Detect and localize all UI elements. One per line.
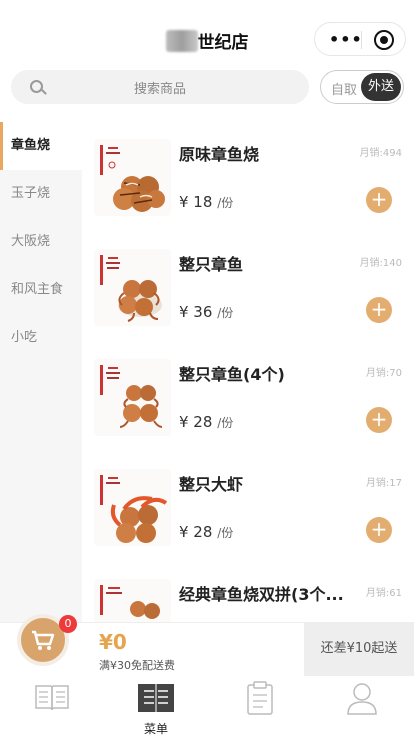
price-unit: /份: [217, 306, 234, 320]
plus-icon: +: [370, 517, 388, 541]
price-value: ¥ 28: [179, 413, 213, 431]
add-to-cart-button[interactable]: +: [366, 407, 392, 433]
product-price: ¥ 28 /份: [179, 413, 233, 431]
category-sidebar: 章鱼烧 玉子烧 大阪烧 和风主食 小吃: [0, 122, 82, 622]
search-input[interactable]: 搜索商品: [11, 70, 309, 104]
order-mode-toggle: 自取 外送: [320, 70, 404, 104]
mini-program-capsule: •••: [314, 22, 406, 56]
product-price: ¥ 18 /份: [179, 193, 233, 211]
product-image: [94, 249, 171, 326]
product-image: [94, 469, 171, 546]
tab-home[interactable]: [0, 676, 104, 736]
cart-count-badge: 0: [59, 615, 77, 633]
category-item-okonomiyaki[interactable]: 大阪烧: [0, 218, 82, 266]
product-item[interactable]: 经典章鱼烧双拼(3个... 月销:61: [94, 579, 404, 622]
tab-profile[interactable]: [310, 676, 414, 736]
search-placeholder: 搜索商品: [133, 82, 186, 97]
user-icon: [347, 683, 377, 715]
blurred-logo: [165, 30, 198, 52]
product-image: [94, 139, 171, 216]
product-monthly-sales: 月销:494: [359, 148, 402, 159]
checkout-button[interactable]: 还差¥10起送: [304, 622, 414, 676]
capsule-divider: [361, 31, 362, 49]
product-monthly-sales: 月销:70: [365, 368, 402, 379]
add-to-cart-button[interactable]: +: [366, 187, 392, 213]
more-dots-icon[interactable]: •••: [329, 30, 363, 49]
price-unit: /份: [217, 196, 234, 210]
mode-pickup-button[interactable]: 自取: [325, 79, 363, 98]
product-item[interactable]: 整只章鱼(4个) 月销:70 ¥ 28 /份 +: [94, 359, 404, 439]
price-value: ¥ 18: [179, 193, 213, 211]
product-name: 整只大虾: [179, 475, 244, 494]
price-unit: /份: [217, 416, 234, 430]
category-item-tamagoyaki[interactable]: 玉子烧: [0, 170, 82, 218]
mode-delivery-button[interactable]: 外送: [361, 73, 401, 101]
bottom-tab-bar: 菜单: [0, 676, 414, 736]
category-item-takoyaki[interactable]: 章鱼烧: [0, 122, 82, 170]
store-name: 世纪店: [197, 33, 249, 53]
product-item[interactable]: 原味章鱼烧 月销:494 ¥ 18 /份 +: [94, 139, 404, 219]
plus-icon: +: [370, 297, 388, 321]
product-item[interactable]: 整只章鱼 月销:140 ¥ 36 /份 +: [94, 249, 404, 329]
product-item[interactable]: 整只大虾 月销:17 ¥ 28 /份 +: [94, 469, 404, 549]
tab-menu-label: 菜单: [143, 722, 168, 736]
product-name: 经典章鱼烧双拼(3个...: [179, 585, 344, 604]
cart-total: ¥0: [99, 630, 127, 654]
header-bar: 世纪店 •••: [0, 0, 414, 80]
price-value: ¥ 36: [179, 303, 213, 321]
product-name: 整只章鱼: [179, 255, 244, 274]
plus-icon: +: [370, 407, 388, 431]
price-value: ¥ 28: [179, 523, 213, 541]
product-name: 整只章鱼(4个): [179, 365, 285, 384]
category-item-japanese-mains[interactable]: 和风主食: [0, 266, 82, 314]
plus-icon: +: [370, 187, 388, 211]
price-unit: /份: [217, 526, 234, 540]
menu-icon: [138, 684, 174, 712]
add-to-cart-button[interactable]: +: [366, 297, 392, 323]
tab-orders[interactable]: [208, 676, 312, 736]
clipboard-icon: [247, 681, 273, 715]
target-circle-icon[interactable]: [374, 30, 394, 50]
free-delivery-note: 满¥30免配送费: [99, 659, 175, 672]
product-monthly-sales: 月销:61: [365, 588, 402, 599]
product-price: ¥ 28 /份: [179, 523, 233, 541]
product-image: [94, 579, 171, 622]
add-to-cart-button[interactable]: +: [366, 517, 392, 543]
category-item-snacks[interactable]: 小吃: [0, 314, 82, 362]
product-name: 原味章鱼烧: [179, 145, 260, 164]
product-monthly-sales: 月销:140: [359, 258, 402, 269]
product-price: ¥ 36 /份: [179, 303, 233, 321]
tab-menu[interactable]: 菜单: [104, 676, 208, 736]
product-image: [94, 359, 171, 436]
product-monthly-sales: 月销:17: [365, 478, 402, 489]
book-icon: [35, 685, 69, 711]
